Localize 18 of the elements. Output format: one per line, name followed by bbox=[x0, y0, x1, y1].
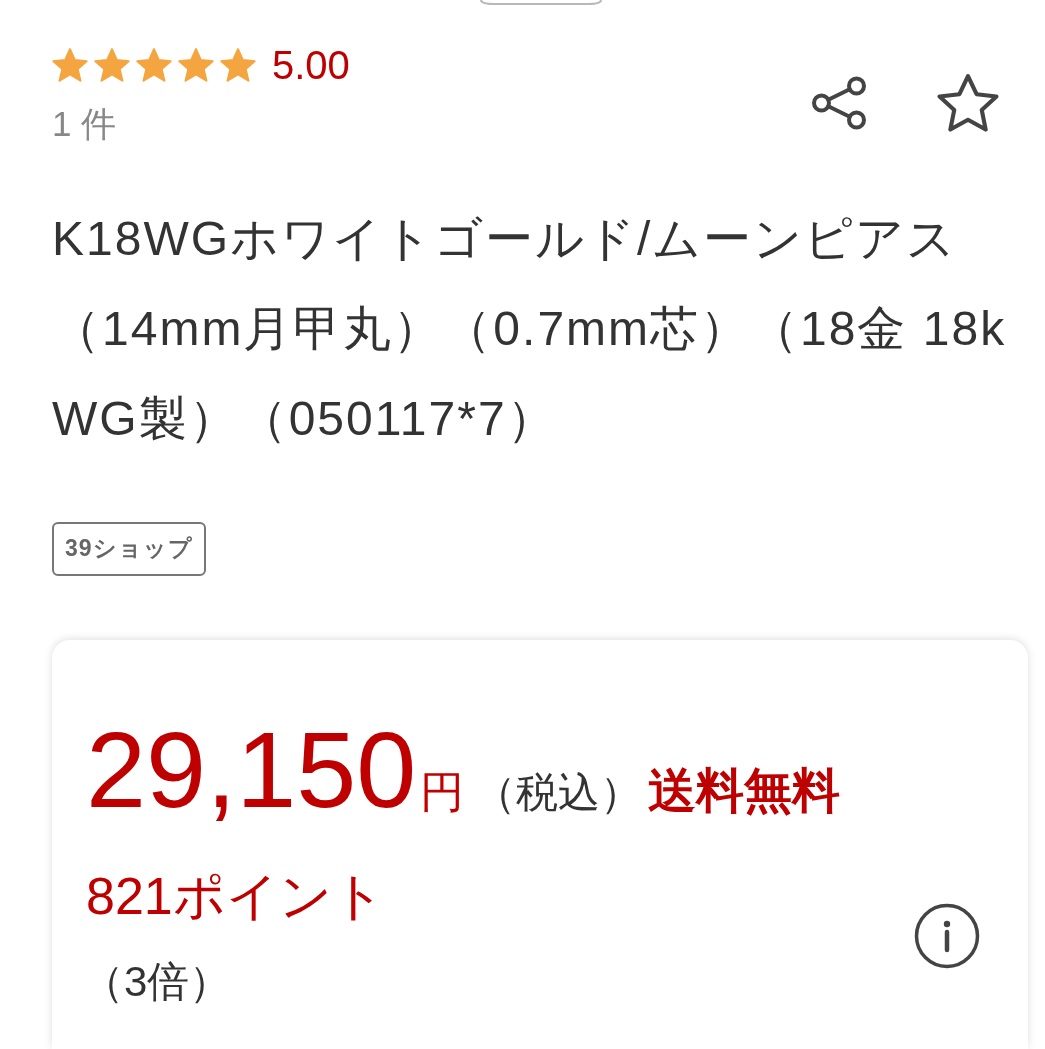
free-shipping-label: 送料無料 bbox=[648, 762, 841, 819]
rating-score: 5.00 bbox=[272, 43, 350, 87]
tax-note: （税込） bbox=[474, 767, 643, 818]
favorite-star-icon[interactable] bbox=[937, 73, 999, 133]
currency-unit: 円 bbox=[420, 765, 465, 818]
points-amount: 821ポイント bbox=[86, 867, 385, 925]
star-icon bbox=[52, 47, 88, 83]
price: 29,150 bbox=[86, 715, 417, 824]
star-icon bbox=[220, 47, 256, 83]
info-icon[interactable] bbox=[914, 903, 980, 970]
share-icon[interactable] bbox=[809, 74, 869, 132]
product-title: K18WGホワイトゴールド/ムーンピアス（14mm月甲丸）（0.7mm芯）（18金 18k WG製）（050117*7） bbox=[52, 210, 1008, 447]
points-multiplier: （3倍） bbox=[82, 958, 233, 1005]
review-count[interactable]: 1 件 bbox=[52, 105, 117, 144]
shop-tag[interactable]: 39ショップ bbox=[52, 521, 206, 576]
star-icon bbox=[136, 47, 172, 83]
star-icon bbox=[178, 47, 214, 83]
star-icon bbox=[94, 47, 130, 83]
